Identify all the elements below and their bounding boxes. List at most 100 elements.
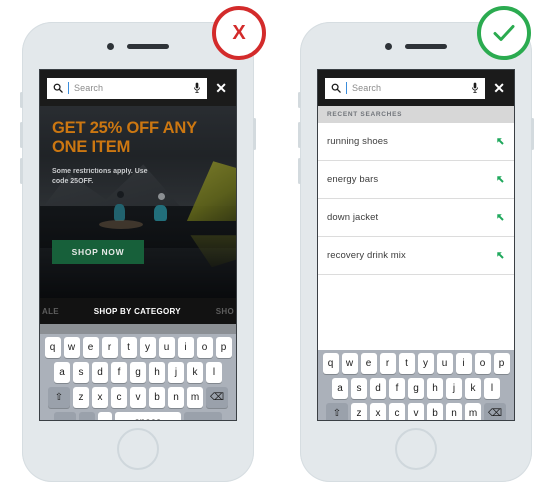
power-button[interactable] (531, 118, 534, 150)
key-m[interactable]: m (465, 403, 481, 420)
key-u[interactable]: u (436, 353, 453, 374)
key-f[interactable]: f (111, 362, 127, 383)
microphone-icon[interactable] (471, 82, 479, 94)
home-button[interactable] (395, 428, 437, 470)
key-f[interactable]: f (389, 378, 405, 399)
recall-arrow-icon[interactable] (496, 213, 505, 222)
key-o[interactable]: o (474, 353, 491, 374)
key-b[interactable]: b (427, 403, 443, 420)
volume-up-button[interactable] (298, 122, 301, 148)
shop-now-button[interactable]: SHOP NOW (52, 240, 144, 264)
list-item[interactable]: energy bars (318, 161, 514, 199)
key-q[interactable]: q (44, 337, 61, 358)
keyboard-row-2: a s d f g h j k l (320, 378, 512, 399)
status-badge-pass (477, 6, 531, 60)
key-m[interactable]: m (187, 387, 203, 408)
key-w[interactable]: w (341, 353, 358, 374)
key-d[interactable]: d (370, 378, 386, 399)
key-b[interactable]: b (149, 387, 165, 408)
dictation-mic-key[interactable] (98, 412, 112, 420)
nav-item-sale[interactable]: ALE (42, 307, 59, 316)
list-item[interactable]: recovery drink mix (318, 237, 514, 275)
text-caret (346, 82, 347, 94)
key-h[interactable]: h (149, 362, 165, 383)
key-p[interactable]: p (215, 337, 232, 358)
key-u[interactable]: u (158, 337, 175, 358)
key-g[interactable]: g (130, 362, 146, 383)
key-x[interactable]: x (370, 403, 386, 420)
nav-item-shop[interactable]: SHO (216, 307, 234, 316)
search-input-right[interactable]: Search (325, 77, 486, 99)
status-badge-fail: X (212, 6, 266, 60)
key-y[interactable]: y (417, 353, 434, 374)
list-item[interactable]: running shoes (318, 123, 514, 161)
key-j[interactable]: j (168, 362, 184, 383)
key-r[interactable]: r (379, 353, 396, 374)
key-s[interactable]: s (351, 378, 367, 399)
recent-search-text: down jacket (327, 212, 379, 223)
key-z[interactable]: z (351, 403, 367, 420)
key-n[interactable]: n (446, 403, 462, 420)
home-button[interactable] (117, 428, 159, 470)
volume-down-button[interactable] (20, 158, 23, 184)
key-p[interactable]: p (493, 353, 510, 374)
key-r[interactable]: r (101, 337, 118, 358)
key-l[interactable]: l (206, 362, 222, 383)
numbers-key[interactable]: 123 (54, 412, 76, 420)
key-l[interactable]: l (484, 378, 500, 399)
key-q[interactable]: q (322, 353, 339, 374)
silence-switch[interactable] (298, 92, 301, 108)
key-n[interactable]: n (168, 387, 184, 408)
key-e[interactable]: e (360, 353, 377, 374)
recall-arrow-icon[interactable] (496, 175, 505, 184)
microphone-icon[interactable] (193, 82, 201, 94)
key-z[interactable]: z (73, 387, 89, 408)
silence-switch[interactable] (20, 92, 23, 108)
key-v[interactable]: v (408, 403, 424, 420)
volume-up-button[interactable] (20, 122, 23, 148)
shift-key[interactable]: ⇧ (326, 403, 348, 420)
key-c[interactable]: c (111, 387, 127, 408)
key-c[interactable]: c (389, 403, 405, 420)
backspace-key[interactable]: ⌫ (484, 403, 506, 420)
key-j[interactable]: j (446, 378, 462, 399)
close-icon[interactable]: ✕ (213, 81, 229, 95)
comparison-screenshot: Search ✕ GET 25% OFF ANY ONE ITEM Some r… (0, 0, 550, 500)
key-t[interactable]: t (398, 353, 415, 374)
key-k[interactable]: k (187, 362, 203, 383)
recent-searches-header: RECENT SEARCHES (318, 106, 514, 123)
key-k[interactable]: k (465, 378, 481, 399)
x-icon: X (232, 22, 246, 44)
key-x[interactable]: x (92, 387, 108, 408)
emoji-key[interactable]: ☺ (79, 412, 95, 420)
backspace-key[interactable]: ⌫ (206, 387, 228, 408)
key-a[interactable]: a (54, 362, 70, 383)
recall-arrow-icon[interactable] (496, 251, 505, 260)
volume-down-button[interactable] (298, 158, 301, 184)
power-button[interactable] (253, 118, 256, 150)
nav-item-shop-by-category[interactable]: SHOP BY CATEGORY (94, 307, 181, 316)
key-h[interactable]: h (427, 378, 443, 399)
key-o[interactable]: o (196, 337, 213, 358)
keyboard-row-3: ⇧ z x c v b n m ⌫ (42, 387, 234, 408)
search-input-left[interactable]: Search (47, 77, 208, 99)
key-w[interactable]: w (63, 337, 80, 358)
search-placeholder-left: Search (74, 82, 104, 93)
key-i[interactable]: i (177, 337, 194, 358)
recall-arrow-icon[interactable] (496, 137, 505, 146)
key-s[interactable]: s (73, 362, 89, 383)
space-key[interactable]: space (115, 412, 181, 420)
close-icon[interactable]: ✕ (491, 81, 507, 95)
return-key[interactable]: return (184, 412, 222, 420)
shift-key[interactable]: ⇧ (48, 387, 70, 408)
key-d[interactable]: d (92, 362, 108, 383)
key-i[interactable]: i (455, 353, 472, 374)
key-t[interactable]: t (120, 337, 137, 358)
list-item[interactable]: down jacket (318, 199, 514, 237)
key-y[interactable]: y (139, 337, 156, 358)
key-a[interactable]: a (332, 378, 348, 399)
key-v[interactable]: v (130, 387, 146, 408)
promo-banner[interactable]: GET 25% OFF ANY ONE ITEM Some restrictio… (40, 106, 236, 298)
key-g[interactable]: g (408, 378, 424, 399)
key-e[interactable]: e (82, 337, 99, 358)
